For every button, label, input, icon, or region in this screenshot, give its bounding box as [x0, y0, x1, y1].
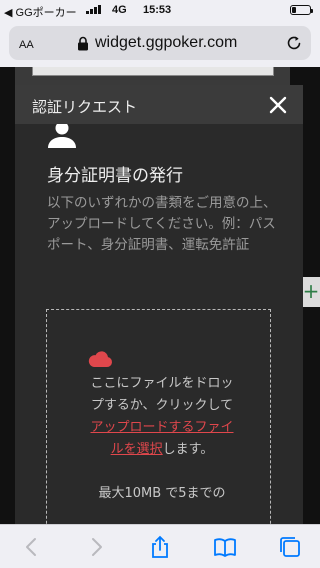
- side-add-tab[interactable]: +: [302, 277, 320, 307]
- text-size-button[interactable]: AA: [19, 35, 34, 52]
- status-bar: ◀ GGポーカー 4G 15:53: [0, 0, 320, 20]
- network-label: 4G: [112, 4, 127, 16]
- battery-icon: [290, 5, 313, 15]
- chevron-right-icon[interactable]: [84, 535, 108, 559]
- dropzone-text-after: します。: [162, 442, 214, 457]
- file-dropzone[interactable]: ここにファイルをドロップするか、クリックしてアップロードするファイルを選択します…: [46, 309, 271, 524]
- book-icon[interactable]: [213, 535, 237, 559]
- modal-header: 認証リクエスト: [15, 85, 303, 124]
- cloud-icon: [88, 351, 113, 367]
- address-bar-area: AA widget.ggpoker.com: [0, 20, 320, 67]
- tabs-icon[interactable]: [278, 535, 302, 559]
- verification-modal: 認証リクエスト 身分証明書の発行 以下のいずれかの書類をご用意の上、アップロード…: [15, 85, 303, 524]
- person-icon: [48, 124, 76, 148]
- instructions-text: 以下のいずれかの書類をご用意の上、アップロードしてください。例：パスポート、身分…: [47, 195, 277, 253]
- clock: 15:53: [143, 4, 172, 16]
- background-element: [32, 67, 274, 76]
- carrier-label[interactable]: ◀ GGポーカー: [4, 4, 77, 20]
- lock-icon: [78, 36, 88, 51]
- modal-title: 認証リクエスト: [32, 98, 138, 116]
- browser-toolbar: [0, 524, 320, 568]
- share-icon[interactable]: [148, 535, 172, 559]
- section-title: 身分証明書の発行: [47, 166, 183, 186]
- reload-icon[interactable]: [285, 34, 303, 52]
- dropzone-instructions: ここにファイルをドロップするか、クリックしてアップロードするファイルを選択します…: [86, 373, 238, 461]
- address-bar[interactable]: AA widget.ggpoker.com: [9, 26, 311, 60]
- chevron-left-icon[interactable]: [20, 535, 44, 559]
- close-icon[interactable]: [267, 94, 289, 116]
- url-text[interactable]: widget.ggpoker.com: [95, 34, 237, 52]
- text-size-label: AA: [19, 39, 34, 51]
- signal-icon: [86, 5, 101, 14]
- dropzone-text-before: ここにファイルをドロップするか、クリックして: [90, 376, 234, 413]
- file-limit-text: 最大10MB で5までの: [98, 486, 226, 501]
